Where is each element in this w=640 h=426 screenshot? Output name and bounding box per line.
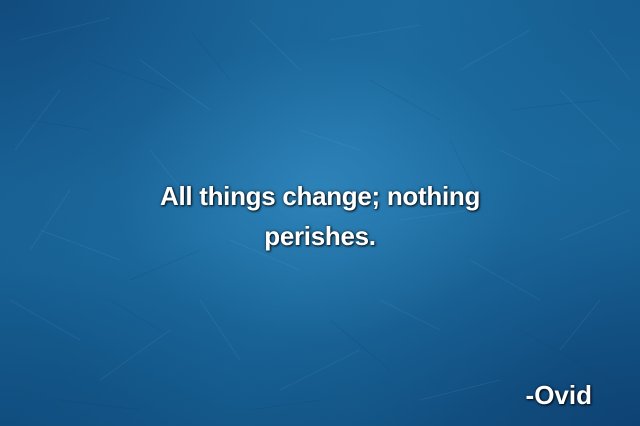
- quote-text: All things change; nothing perishes.: [159, 181, 481, 251]
- quote-card: All things change; nothing perishes. -Ov…: [0, 0, 640, 426]
- quote-author: -Ovid: [525, 380, 592, 410]
